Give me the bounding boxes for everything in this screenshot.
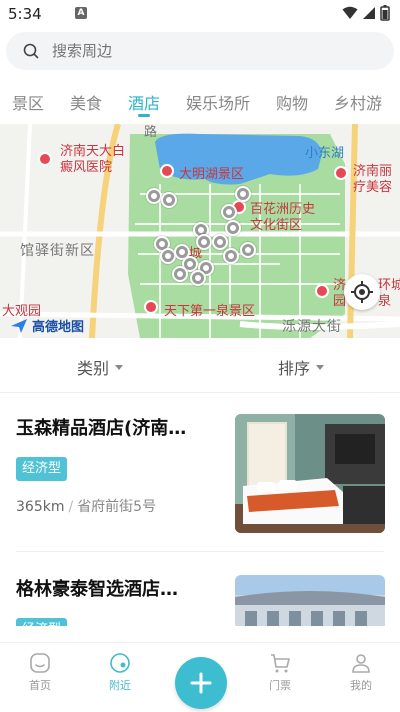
map-label-luoyuan: 泺源大街 — [282, 319, 342, 335]
hotel-marker[interactable] — [146, 188, 162, 204]
add-button[interactable] — [175, 657, 227, 709]
hotel-name: 玉森精品酒店(济南… — [16, 418, 187, 439]
hotel-tag: 经济型 — [16, 618, 68, 626]
hotel-marker[interactable] — [240, 242, 256, 258]
hotel-image[interactable] — [235, 575, 385, 626]
hotel-name: 格林豪泰智选酒店… — [16, 579, 178, 600]
list-item[interactable]: 玉森精品酒店(济南… 经济型 365km / 省府前街5号 — [16, 414, 386, 533]
tab-food[interactable]: 美食 — [70, 90, 102, 114]
category-filter-label: 类别 — [77, 359, 110, 378]
tab-active-indicator — [138, 114, 150, 117]
tab-hotel[interactable]: 酒店 — [128, 90, 160, 114]
nav-nearby-label: 附近 — [109, 679, 131, 692]
map-view[interactable]: 路 济南天大白 癜风医院 大明湖景区 小东湖 济南丽 疗美容 百花洲历史 文化街… — [0, 124, 400, 338]
beauty-poi-icon[interactable] — [334, 166, 348, 180]
category-tabs: 景区 美食 酒店 娱乐场所 购物 乡村游 — [0, 84, 400, 120]
search-icon — [23, 43, 39, 59]
hotel-marker[interactable] — [196, 234, 212, 250]
caret-down-icon — [316, 364, 325, 370]
hotel-room-photo — [235, 414, 385, 533]
hotel-marker[interactable] — [161, 192, 177, 208]
hospital-poi-icon[interactable] — [38, 152, 52, 166]
hotel-tag: 经济型 — [16, 457, 68, 481]
filter-bar: 类别 排序 — [0, 338, 400, 393]
hotel-image[interactable] — [235, 414, 385, 533]
map-road-label: 路 — [144, 125, 159, 140]
hotel-building-photo — [235, 575, 385, 626]
map-label-baotu: 天下第一泉景区 — [164, 304, 256, 319]
nav-mine[interactable]: 我的 — [336, 651, 386, 693]
baotu-poi-icon[interactable] — [144, 300, 158, 314]
notification-icon: A — [75, 7, 87, 19]
map-label-east-lake: 小东湖 — [305, 146, 345, 161]
nav-mine-label: 我的 — [350, 679, 372, 692]
caret-down-icon — [115, 364, 124, 370]
hotel-marker[interactable] — [225, 220, 241, 236]
map-label-hospital: 济南天大白 癜风医院 — [60, 144, 126, 175]
wifi-icon — [342, 6, 358, 19]
plus-icon — [190, 672, 212, 694]
park-poi-icon[interactable] — [315, 284, 329, 298]
locate-button[interactable] — [344, 274, 380, 310]
nearby-compass-icon — [110, 653, 130, 673]
tab-entertainment[interactable]: 娱乐场所 — [186, 90, 250, 114]
list-divider — [16, 551, 384, 552]
hotel-marker[interactable] — [212, 234, 228, 250]
home-face-icon — [30, 653, 50, 673]
nav-nearby[interactable]: 附近 — [95, 651, 145, 693]
list-item[interactable]: 格林豪泰智选酒店… 经济型 — [16, 575, 386, 626]
map-label-daming-lake: 大明湖景区 — [179, 167, 245, 182]
daming-lake-poi-icon[interactable] — [160, 164, 174, 178]
hotel-distance: 365km — [16, 499, 65, 515]
nav-tickets[interactable]: 门票 — [255, 651, 305, 693]
status-icons — [342, 5, 390, 21]
tab-scenic[interactable]: 景区 — [12, 90, 44, 114]
sort-filter[interactable]: 排序 — [278, 355, 325, 379]
hotel-marker[interactable] — [223, 248, 239, 264]
crosshair-icon — [351, 281, 373, 303]
nav-home-label: 首页 — [29, 679, 51, 692]
map-logo-arrow-icon — [11, 318, 27, 333]
category-filter[interactable]: 类别 — [77, 355, 124, 379]
nav-home[interactable]: 首页 — [15, 651, 65, 693]
hotel-address: 省府前街5号 — [77, 499, 157, 515]
map-logo-text: 高德地图 — [32, 320, 85, 335]
map-label-beauty-2: 疗美容 — [353, 180, 393, 195]
hotel-marker[interactable] — [172, 266, 188, 282]
map-label-guanyi: 馆驿街新区 — [20, 243, 95, 259]
user-icon — [352, 654, 370, 673]
search-input[interactable] — [52, 32, 352, 70]
hotel-marker[interactable] — [221, 204, 237, 220]
sort-filter-label: 排序 — [278, 359, 311, 378]
status-time: 5:34 — [8, 5, 42, 23]
map-logo: 高德地图 — [10, 316, 84, 335]
hotel-marker[interactable] — [190, 270, 206, 286]
map-label-baihuazhou-2: 文化街区 — [250, 218, 303, 233]
cart-icon — [271, 654, 290, 673]
nav-tickets-label: 门票 — [269, 679, 291, 692]
search-bar[interactable] — [6, 32, 394, 70]
status-bar: 5:34 A — [0, 0, 400, 28]
tab-shopping[interactable]: 购物 — [276, 90, 308, 114]
battery-icon — [380, 5, 390, 21]
hotel-list[interactable]: 玉森精品酒店(济南… 经济型 365km / 省府前街5号 格林豪泰智选酒店… — [0, 393, 400, 626]
hotel-marker[interactable] — [235, 186, 251, 202]
hotel-meta: 365km / 省府前街5号 — [16, 499, 157, 515]
tab-rural[interactable]: 乡村游 — [334, 90, 382, 114]
signal-icon — [363, 7, 375, 19]
